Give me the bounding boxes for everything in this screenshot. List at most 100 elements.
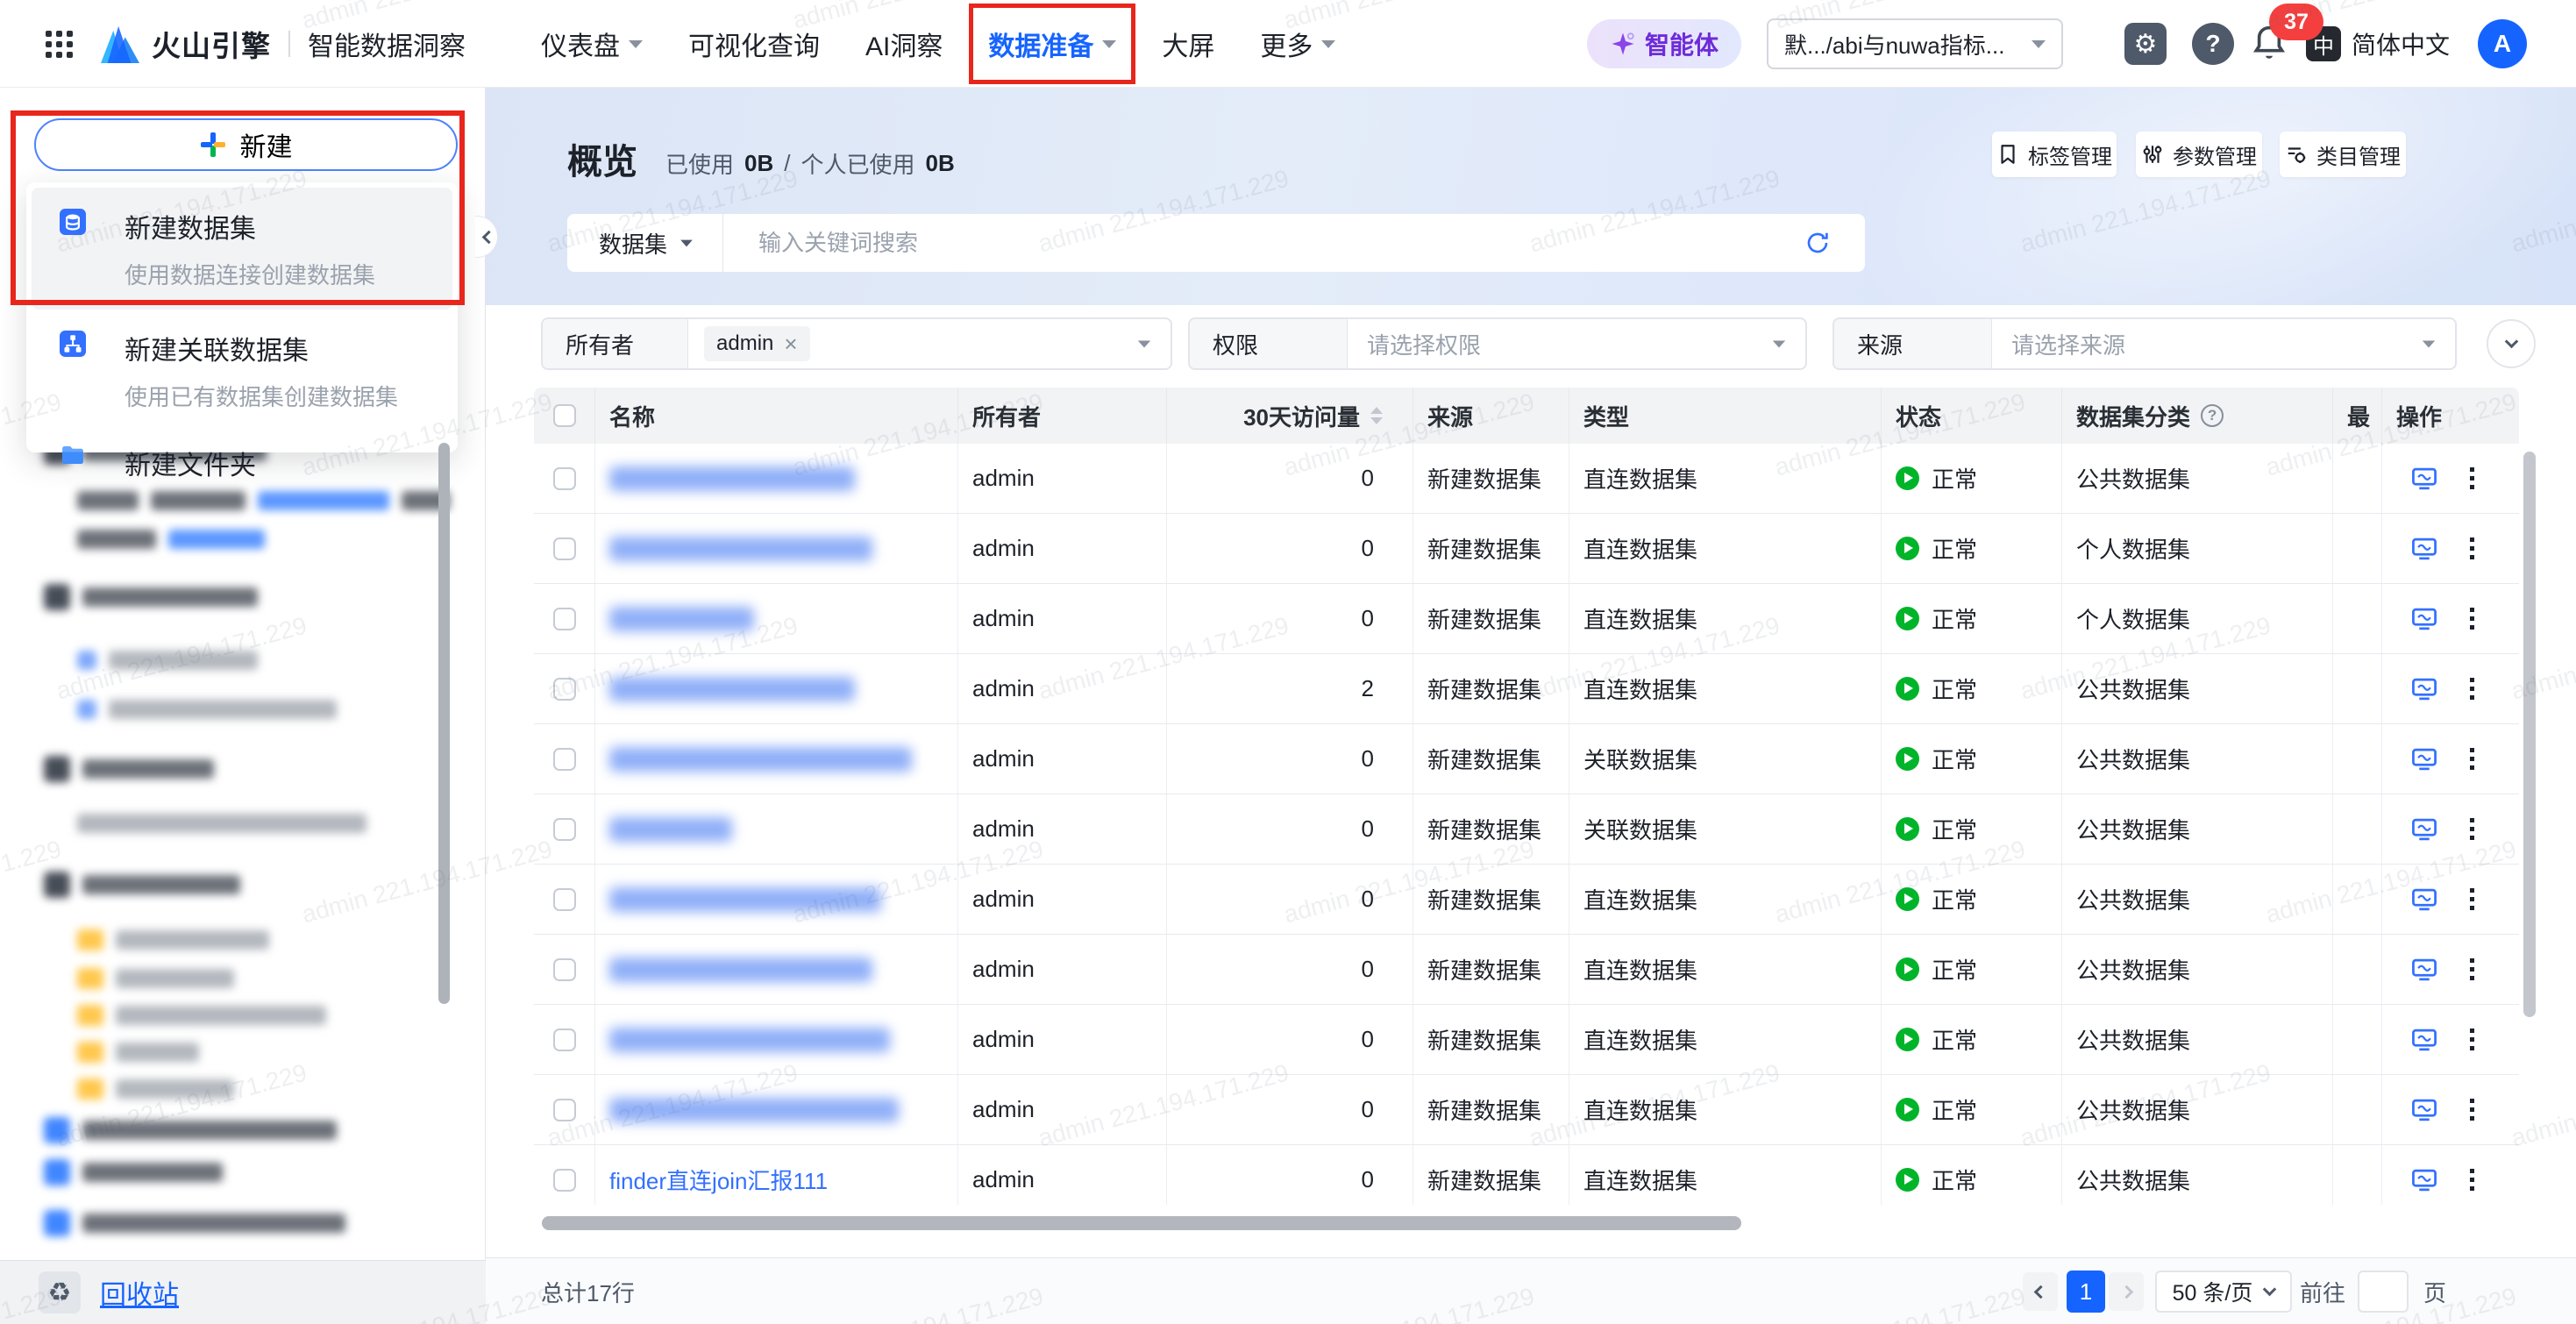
pagination-footer: 总计17行 1 50 条/页 前往 页: [486, 1257, 2576, 1324]
more-actions-icon[interactable]: [2465, 602, 2480, 635]
select-all-checkbox[interactable]: [553, 404, 576, 427]
row-checkbox[interactable]: [553, 1029, 576, 1051]
sidebar-scrollbar[interactable]: [438, 443, 450, 1004]
col-header-visits[interactable]: 30天访问量: [1167, 388, 1413, 444]
new-button[interactable]: 新建: [34, 118, 458, 171]
row-checkbox[interactable]: [553, 888, 576, 911]
row-checkbox[interactable]: [553, 537, 576, 560]
current-page-button[interactable]: 1: [2067, 1271, 2105, 1313]
more-actions-icon[interactable]: [2465, 953, 2480, 986]
remove-tag-icon[interactable]: ×: [784, 331, 797, 358]
chevron-down-icon: [1102, 40, 1116, 48]
source-cell: 新建数据集: [1413, 1145, 1569, 1205]
recycle-bin-label[interactable]: 回收站: [100, 1273, 179, 1312]
dashboard-monitor-icon[interactable]: [2410, 886, 2438, 914]
category-cell: 公共数据集: [2062, 865, 2333, 934]
parameter-manage-button[interactable]: 参数管理: [2136, 132, 2262, 177]
more-actions-icon[interactable]: [2465, 532, 2480, 565]
type-cell: 直连数据集: [1569, 865, 1882, 934]
row-checkbox[interactable]: [553, 467, 576, 490]
dashboard-monitor-icon[interactable]: [2410, 605, 2438, 633]
dashboard-monitor-icon[interactable]: [2410, 815, 2438, 844]
dashboard-monitor-icon[interactable]: [2410, 1166, 2438, 1194]
tag-manage-button[interactable]: 标签管理: [1992, 132, 2117, 177]
more-actions-icon[interactable]: [2465, 1164, 2480, 1196]
permission-filter[interactable]: 权限 请选择权限: [1188, 317, 1807, 370]
row-checkbox[interactable]: [553, 958, 576, 981]
visits-cell: 0: [1167, 444, 1413, 513]
folder-icon: [60, 442, 86, 474]
recycle-bin-bar[interactable]: ♻ 回收站: [0, 1260, 486, 1324]
nav-dashboard[interactable]: 仪表盘: [541, 25, 643, 63]
col-header-owner[interactable]: 所有者: [958, 388, 1167, 444]
table-vertical-scrollbar[interactable]: [2523, 452, 2536, 1017]
redacted-dataset-name: [609, 957, 872, 982]
next-page-button[interactable]: [2109, 1272, 2144, 1311]
more-actions-icon[interactable]: [2465, 673, 2480, 705]
prev-page-button[interactable]: [2023, 1272, 2058, 1311]
dashboard-monitor-icon[interactable]: [2410, 675, 2438, 703]
row-checkbox[interactable]: [553, 748, 576, 771]
status-normal-icon: [1896, 677, 1919, 701]
language-label[interactable]: 简体中文: [2352, 0, 2450, 88]
actions-cell: [2382, 865, 2519, 934]
last-cell: [2333, 865, 2382, 934]
dataset-name-link[interactable]: finder直连join汇报111: [609, 1164, 828, 1196]
col-header-type[interactable]: 类型: [1569, 388, 1882, 444]
owner-filter[interactable]: 所有者 admin×: [541, 317, 1172, 370]
more-actions-icon[interactable]: [2465, 462, 2480, 495]
dashboard-monitor-icon[interactable]: [2410, 1026, 2438, 1054]
goto-page-input[interactable]: [2358, 1271, 2409, 1313]
col-header-name[interactable]: 名称: [595, 388, 958, 444]
status-normal-icon: [1896, 607, 1919, 630]
col-header-category[interactable]: 数据集分类 ?: [2062, 388, 2333, 444]
more-actions-icon[interactable]: [2465, 883, 2480, 915]
menu-item-new-linked-dataset[interactable]: 新建关联数据集 使用已有数据集创建数据集: [32, 310, 452, 431]
row-checkbox[interactable]: [553, 678, 576, 701]
nav-visual-query[interactable]: 可视化查询: [688, 25, 820, 63]
table-row: admin 0 新建数据集 直连数据集 正常 个人数据集: [534, 584, 2519, 654]
collapse-filters-button[interactable]: [2487, 319, 2536, 368]
more-actions-icon[interactable]: [2465, 1093, 2480, 1126]
row-checkbox[interactable]: [553, 818, 576, 841]
more-actions-icon[interactable]: [2465, 813, 2480, 845]
page-size-select[interactable]: 50 条/页: [2155, 1271, 2292, 1313]
search-input[interactable]: [723, 214, 1804, 272]
nav-more[interactable]: 更多: [1260, 25, 1335, 63]
help-icon[interactable]: ?: [2192, 23, 2234, 65]
user-avatar[interactable]: A: [2478, 19, 2527, 68]
category-cell: 公共数据集: [2062, 724, 2333, 794]
col-header-status[interactable]: 状态: [1882, 388, 2062, 444]
settings-gear-icon[interactable]: ⚙: [2124, 23, 2167, 65]
nav-ai-insight[interactable]: AI洞察: [865, 25, 943, 63]
nav-big-screen[interactable]: 大屏: [1162, 25, 1214, 63]
menu-item-new-folder[interactable]: 新建文件夹: [32, 431, 452, 495]
agent-button[interactable]: 智能体: [1587, 19, 1741, 68]
sort-icon[interactable]: [1370, 407, 1383, 424]
search-category-select[interactable]: 数据集: [567, 214, 723, 272]
col-header-source[interactable]: 来源: [1413, 388, 1569, 444]
row-checkbox[interactable]: [553, 608, 576, 630]
sidebar-blurred-item: [77, 1042, 199, 1063]
info-icon[interactable]: ?: [2201, 404, 2224, 427]
table-horizontal-scrollbar[interactable]: [542, 1216, 1741, 1230]
dashboard-monitor-icon[interactable]: [2410, 745, 2438, 773]
source-filter[interactable]: 来源 请选择来源: [1832, 317, 2457, 370]
overview-banner: 概览 已使用0B / 个人已使用0B 标签管理 参数管理 类目管理 数据集: [486, 88, 2576, 305]
menu-item-new-dataset[interactable]: 新建数据集 使用数据连接创建数据集: [32, 188, 452, 310]
more-actions-icon[interactable]: [2465, 743, 2480, 775]
dashboard-monitor-icon[interactable]: [2410, 465, 2438, 493]
row-checkbox[interactable]: [553, 1169, 576, 1192]
workspace-select[interactable]: 默.../abi与nuwa指标...: [1767, 18, 2063, 69]
search-refresh-icon[interactable]: [1804, 229, 1832, 257]
more-actions-icon[interactable]: [2465, 1023, 2480, 1056]
category-cell: 公共数据集: [2062, 444, 2333, 513]
permission-filter-label: 权限: [1190, 319, 1348, 368]
dashboard-monitor-icon[interactable]: [2410, 1096, 2438, 1124]
category-manage-button[interactable]: 类目管理: [2280, 132, 2406, 177]
row-checkbox[interactable]: [553, 1099, 576, 1121]
dashboard-monitor-icon[interactable]: [2410, 956, 2438, 984]
dashboard-monitor-icon[interactable]: [2410, 535, 2438, 563]
apps-grid-icon[interactable]: [46, 31, 73, 58]
nav-data-prep[interactable]: 数据准备: [988, 25, 1116, 63]
